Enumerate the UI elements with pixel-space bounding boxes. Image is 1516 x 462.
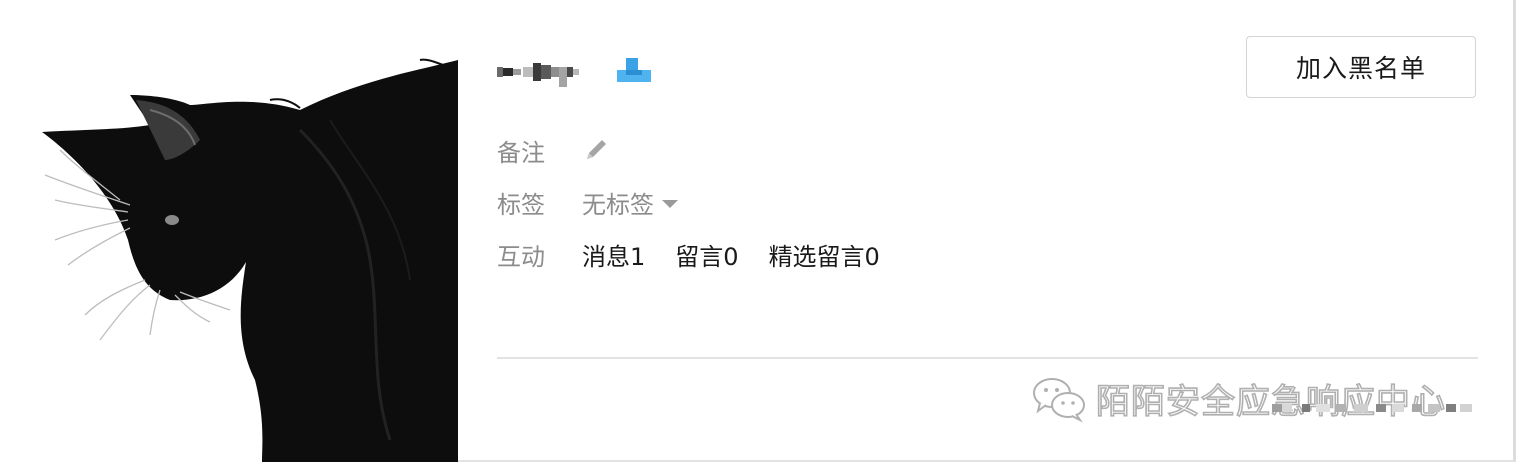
divider xyxy=(497,357,1478,359)
watermark-text: 陌陌安全应急响应中心 xyxy=(1095,381,1446,423)
stat-comments[interactable]: 留言0 xyxy=(675,237,738,272)
nickname xyxy=(497,56,579,88)
verified-badge-icon xyxy=(617,58,651,82)
avatar[interactable] xyxy=(0,0,458,462)
wechat-icon xyxy=(1033,378,1085,423)
tag-value: 无标签 xyxy=(582,190,654,219)
tag-row: 标签 无标签 xyxy=(497,185,678,220)
interaction-row: 互动 消息1 留言0 精选留言0 xyxy=(497,237,910,272)
add-to-blacklist-button[interactable]: 加入黑名单 xyxy=(1246,36,1476,98)
pixelated-nickname xyxy=(497,57,579,87)
remark-row: 备注 xyxy=(497,134,610,167)
remark-label: 备注 xyxy=(497,138,545,167)
stat-featured-comments[interactable]: 精选留言0 xyxy=(769,237,880,272)
tag-label: 标签 xyxy=(497,190,545,219)
cat-avatar-image xyxy=(0,0,458,462)
pixelated-watermark-id xyxy=(1272,404,1472,412)
pencil-icon[interactable] xyxy=(582,136,610,164)
interaction-label: 互动 xyxy=(497,242,545,271)
caret-down-icon xyxy=(662,200,678,208)
profile-card: 备注 标签 无标签 互动 消息1 留言0 精选留言0 加入黑名单 陌陌安全应急响… xyxy=(0,0,1516,462)
stat-messages[interactable]: 消息1 xyxy=(582,237,645,272)
watermark: 陌陌安全应急响应中心 xyxy=(1030,372,1446,424)
tag-dropdown[interactable]: 无标签 xyxy=(582,185,678,220)
